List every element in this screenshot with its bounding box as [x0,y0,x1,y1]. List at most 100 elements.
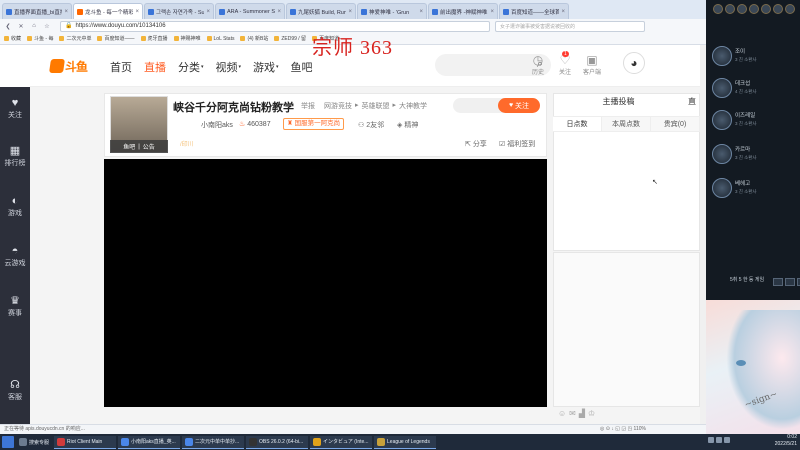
nav-video[interactable]: 视频 ▾ [216,59,242,75]
friend-row[interactable]: 데크섭 4 친 소환사 [712,78,757,98]
add-friend-icon[interactable] [785,278,795,286]
taskbar-app[interactable]: 二次元中单中单抄... [182,435,245,449]
tab-close-icon[interactable]: × [490,9,494,15]
mouse-cursor-icon: ↖ [652,179,658,186]
share-button[interactable]: ⇱ 分享 [465,139,487,149]
chart-icon[interactable]: ▟ [579,409,588,418]
gift-icon[interactable]: ✉ [569,409,579,418]
friend-row[interactable]: 베헤고 3 친 소환사 [712,178,757,198]
breadcrumb-separator: ▸ [392,102,397,109]
history-button[interactable]: ◷ 历史 [527,53,549,76]
tab-live-truncated[interactable]: 直 [684,96,700,112]
friend-icon[interactable] [761,4,771,14]
ime-icon[interactable] [724,437,730,443]
tab-close-icon[interactable]: × [348,9,352,15]
welfare-checkin-button[interactable]: ☑ 福利签到 [499,139,535,149]
client-download-button[interactable]: ▣ 客户端 [581,53,603,76]
star-icon[interactable]: ☆ [43,23,51,30]
thumbnail-tabs: 鱼吧 | 公告 [110,140,168,153]
taskbar-app[interactable]: インタビュア (Inte... [310,435,373,449]
friend-icon[interactable] [713,4,723,14]
friends-link[interactable]: ⚇ 2友邻 [358,120,384,130]
nav-home[interactable]: 首页 [110,59,132,75]
emoji-icon[interactable]: ☺ [558,409,569,418]
browser-tab[interactable]: 神爱神唯 - 'Grun × [357,3,427,19]
bookmark-item[interactable]: 二次元中单 [59,35,91,42]
browser-tab[interactable]: 九尾妖狐 Build, Rune × [286,3,356,19]
bookmark-item[interactable]: 斗鱼 - 每 [27,35,53,42]
browser-tab[interactable]: 그랙손 자연가족 - Su × [144,3,214,19]
rail-follow[interactable]: ♥ 关注 [0,97,30,120]
volume-icon[interactable] [716,437,722,443]
follow-button[interactable]: ♥ 关注 [498,98,540,113]
friend-icon[interactable] [725,4,735,14]
browser-tab[interactable]: 百度知道——全球首 × [499,3,569,19]
tab-close-icon[interactable]: × [561,9,565,15]
crown-icon[interactable]: ♔ [588,409,598,418]
tab-weekly-points[interactable]: 本周点数 [602,117,651,131]
rank-badge[interactable]: ♜ 国服第一阿克尚 [283,118,345,130]
bookmark-item[interactable]: 收藏 [4,35,21,42]
user-avatar[interactable]: ◕ [623,52,645,74]
spirit-link[interactable]: ◈ 精神 [397,120,418,130]
bookmark-item[interactable]: LoL Stats [206,36,234,42]
taskbar-app[interactable]: Riot Client Main [54,435,117,449]
browser-search-input[interactable]: 女子遭诈骗事被受害据说被回收的 [495,20,645,32]
taskbar-app[interactable]: League of Legends [374,435,437,449]
bookmark-item[interactable]: (4) 新B站 [240,35,268,42]
network-icon[interactable] [708,437,714,443]
breadcrumb-item[interactable]: 网游竞技 [324,101,352,111]
taskbar-search[interactable]: 搜索专服 [16,436,52,449]
friend-row[interactable]: 조이 3 친 소환사 [712,46,757,66]
browser-tab[interactable]: 直播界面直播_bi直播 × [2,3,72,19]
rail-ranking[interactable]: ▦ 排行榜 [0,145,30,168]
video-player[interactable] [104,159,547,407]
nav-games[interactable]: 游戏 ▾ [253,59,279,75]
tab-close-icon[interactable]: × [206,9,210,15]
friend-row[interactable]: 이즈레일 3 친 소환사 [712,110,757,130]
tab-daily-points[interactable]: 日点数 [553,117,602,131]
rail-events[interactable]: ♛ 赛事 [0,295,30,318]
bookmark-item[interactable]: 神赐神唯 [173,35,201,42]
friend-row[interactable]: 카르마 3 친 소환사 [712,144,757,164]
rail-cloud-games[interactable]: ◓ 云游戏 [0,245,30,268]
breadcrumb-item[interactable]: 英雄联盟 [362,101,390,111]
taskbar-app[interactable]: OBS 26.0.2 (64-bi... [246,435,309,449]
douyu-logo[interactable]: 斗鱼 [49,57,88,75]
browser-tab-active[interactable]: 龙斗鱼 - 每一个精彩... × [73,3,143,19]
friend-icon[interactable] [749,4,759,14]
friend-icon[interactable] [773,4,783,14]
bookmark-item[interactable]: ZED99 / 留 [274,35,306,42]
url-field[interactable]: 🔒 https://www.douyu.com/10134106 [60,20,490,32]
home-icon[interactable]: ⌂ [30,23,38,29]
nav-category[interactable]: 分类 ▾ [178,59,204,75]
bookmark-item[interactable]: 虎牙直播 [140,35,168,42]
taskbar-app[interactable]: 小南阳aks直播_英... [118,435,181,449]
friend-icon[interactable] [737,4,747,14]
chat-icon[interactable] [773,278,783,286]
tab-announcement[interactable]: 公告 [143,142,155,151]
breadcrumb-item[interactable]: 大神教学 [399,101,427,111]
tab-fishbar[interactable]: 鱼吧 [123,142,135,151]
tab-close-icon[interactable]: × [277,9,281,15]
bookmark-item[interactable]: 百度知道—— [97,35,135,42]
friend-icon[interactable] [785,4,795,14]
status-zoom[interactable]: ◎ ⊙ ↓ ◱ ◲ ◳ 110% [600,424,646,434]
notification-badge: 1 [562,51,569,57]
report-link[interactable]: 举报 [301,101,315,111]
rail-games[interactable]: ◐ 游戏 [0,195,30,218]
browser-tab[interactable]: ARA - Summoner St × [215,3,285,19]
windows-start-icon[interactable] [2,436,14,448]
back-icon[interactable]: ❮ [4,23,12,30]
tab-close-icon[interactable]: × [419,9,423,15]
rail-support[interactable]: ☊ 客服 [0,379,30,402]
reload-icon[interactable]: ✕ [17,23,25,30]
tab-close-icon[interactable]: × [135,9,139,15]
tab-vip[interactable]: 贵宾(0) [651,117,700,131]
anchor-name[interactable]: 小南阳aks [201,120,233,130]
nav-live[interactable]: 直播 [144,59,166,75]
tab-close-icon[interactable]: × [64,9,68,15]
browser-tab[interactable]: 前出魔界 -神赋神唯 × [428,3,498,19]
nav-fishbar[interactable]: 鱼吧 [291,59,313,75]
tab-anchor-posts[interactable]: 主播投稿 [553,96,684,112]
